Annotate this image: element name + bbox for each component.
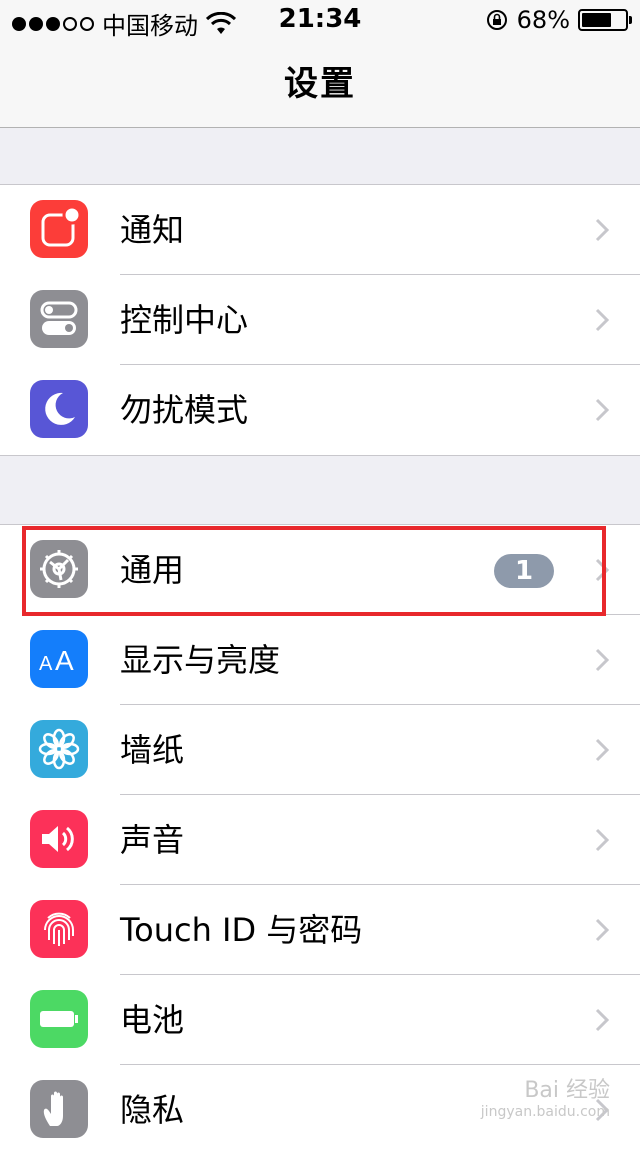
row-label: 墙纸 [120,731,185,769]
battery-percent: 68% [516,6,570,34]
chevron-right-icon [595,308,610,332]
row-label: 电池 [120,1001,185,1039]
row-label: 勿扰模式 [120,391,249,429]
watermark-main: Bai 经验 [524,1078,610,1103]
settings-row-sounds[interactable]: 声音 [0,795,640,885]
svg-text:A: A [55,645,74,676]
update-badge: 1 [494,554,554,588]
settings-row-control-center[interactable]: 控制中心 [0,275,640,365]
settings-group-2: 通用 1 A A 显示与亮度 墙纸 声音 Touch ID 与密码 电池 隐私 [0,524,640,1155]
chevron-right-icon [595,218,610,242]
battery-icon [30,990,88,1048]
settings-row-touch-id-passcode[interactable]: Touch ID 与密码 [0,885,640,975]
chevron-right-icon [595,648,610,672]
chevron-right-icon [595,918,610,942]
chevron-right-icon [595,1008,610,1032]
hand-icon [30,1080,88,1138]
gear-icon [30,540,88,598]
chevron-right-icon [595,828,610,852]
settings-group-1: 通知 控制中心 勿扰模式 [0,184,640,456]
control-center-icon [30,290,88,348]
row-label: 显示与亮度 [120,641,281,679]
row-label: 通知 [120,211,185,249]
chevron-right-icon [595,558,610,582]
notifications-icon [30,200,88,258]
status-right: 68% [485,6,632,34]
row-label: 隐私 [120,1091,185,1129]
settings-row-battery[interactable]: 电池 [0,975,640,1065]
rotation-lock-icon [486,10,507,30]
page-title: 设置 [284,64,356,104]
chevron-right-icon [595,398,610,422]
svg-text:A: A [39,653,53,675]
watermark-sub: jingyan.baidu.com [480,1104,610,1120]
row-label: 控制中心 [120,301,249,339]
row-label: 通用 [120,551,185,589]
wallpaper-flower-icon [30,720,88,778]
settings-row-general[interactable]: 通用 1 [0,525,640,615]
row-label: Touch ID 与密码 [120,911,363,949]
settings-row-display-brightness[interactable]: A A 显示与亮度 [0,615,640,705]
chevron-right-icon [595,738,610,762]
speaker-icon [30,810,88,868]
settings-row-do-not-disturb[interactable]: 勿扰模式 [0,365,640,455]
settings-row-notifications[interactable]: 通知 [0,185,640,275]
settings-row-wallpaper[interactable]: 墙纸 [0,705,640,795]
row-label: 声音 [120,821,185,859]
watermark: Bai 经验 jingyan.baidu.com [481,1072,610,1120]
moon-icon [30,380,88,438]
navigation-bar: 设置 [0,40,640,128]
display-brightness-icon: A A [30,630,88,688]
fingerprint-icon [30,900,88,958]
status-bar: 中国移动 21:34 68% [0,0,640,40]
battery-icon [578,9,632,31]
